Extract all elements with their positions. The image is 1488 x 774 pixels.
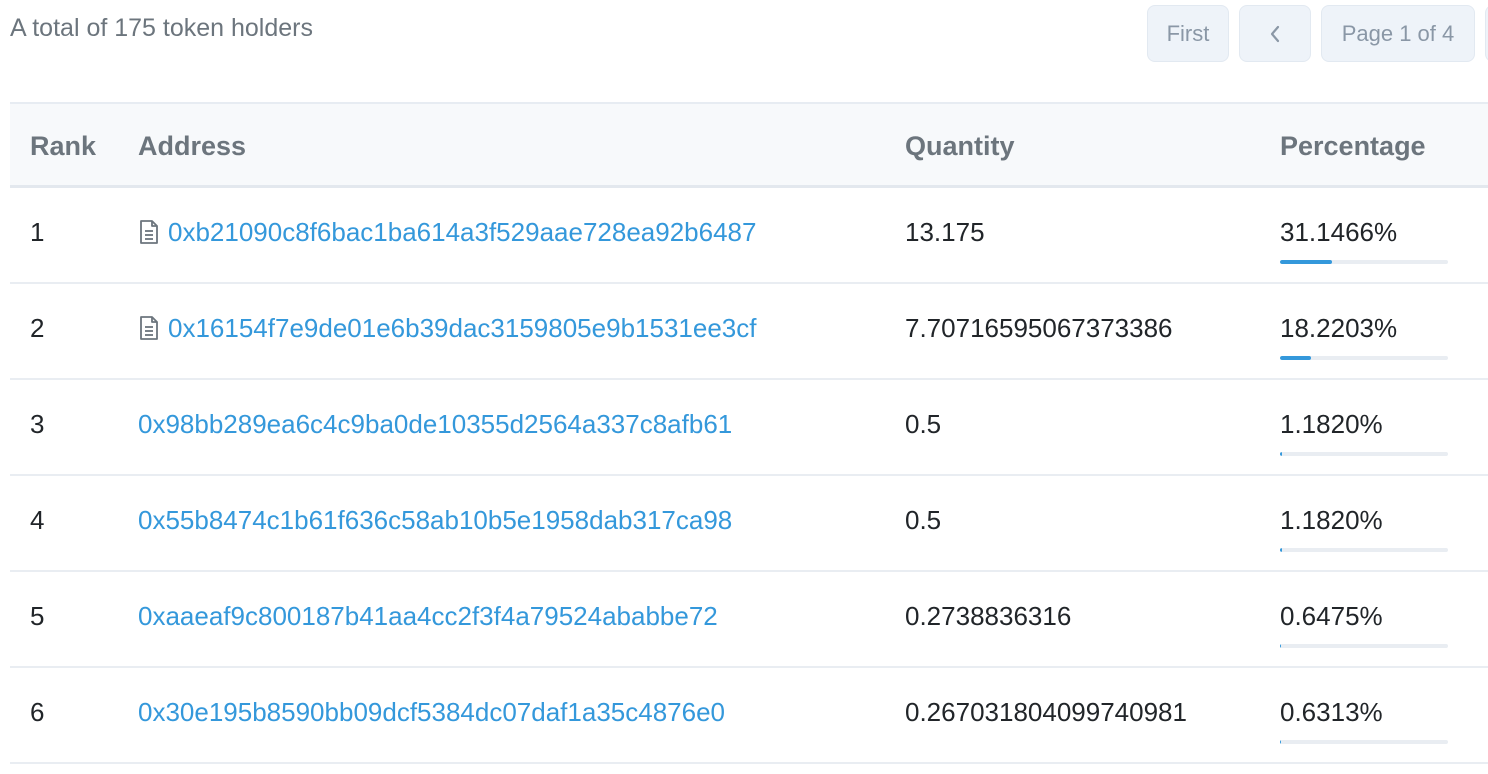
holder-address[interactable]: 0xb21090c8f6bac1ba614a3f529aae728ea92b64… bbox=[168, 188, 756, 276]
first-page-button[interactable]: First bbox=[1147, 5, 1229, 62]
table-body: 1 0xb21090c8f6bac1ba614a3f529aae728ea92b6… bbox=[10, 188, 1488, 764]
column-header-address: Address bbox=[138, 131, 247, 161]
table-row: 2 0x16154f7e9de01e6b39dac3159805e9b1531ee… bbox=[10, 284, 1488, 380]
holder-address[interactable]: 0x30e195b8590bb09dcf5384dc07daf1a35c4876… bbox=[138, 668, 725, 756]
holder-quantity: 0.267031804099740981 bbox=[905, 697, 1187, 727]
percentage-bar-fill bbox=[1280, 452, 1282, 456]
percentage-bar-fill bbox=[1280, 548, 1282, 552]
holder-rank: 3 bbox=[30, 409, 45, 439]
percentage-bar bbox=[1280, 356, 1448, 360]
holder-rank: 6 bbox=[30, 697, 45, 727]
holder-rank: 5 bbox=[30, 601, 45, 631]
table-row: 3 0x98bb289ea6c4c9ba0de10355d2564a337c8af… bbox=[10, 380, 1488, 476]
column-header-rank: Rank bbox=[30, 131, 97, 161]
percentage-bar bbox=[1280, 452, 1448, 456]
column-header-percentage: Percentage bbox=[1280, 131, 1426, 161]
percentage-bar-fill bbox=[1280, 740, 1282, 744]
percentage-bar-fill bbox=[1280, 260, 1333, 264]
percentage-bar-fill bbox=[1280, 644, 1282, 648]
table-row: 5 0xaaeaf9c800187b41aa4cc2f3f4a79524ababb… bbox=[10, 572, 1488, 668]
column-header-quantity: Quantity bbox=[905, 131, 1015, 161]
holder-address[interactable]: 0x98bb289ea6c4c9ba0de10355d2564a337c8afb… bbox=[138, 380, 732, 468]
contract-document-icon bbox=[140, 220, 158, 244]
pagination: First Page 1 of 4 bbox=[1147, 5, 1488, 62]
percentage-bar-fill bbox=[1280, 356, 1311, 360]
previous-page-button[interactable] bbox=[1239, 5, 1311, 62]
page-indicator: Page 1 of 4 bbox=[1321, 5, 1475, 62]
holder-rank: 1 bbox=[30, 217, 45, 247]
holder-address[interactable]: 0x16154f7e9de01e6b39dac3159805e9b1531ee3… bbox=[168, 284, 756, 372]
holder-address[interactable]: 0x55b8474c1b61f636c58ab10b5e1958dab317ca… bbox=[138, 476, 732, 564]
holder-quantity: 0.5 bbox=[905, 505, 942, 535]
chevron-left-icon bbox=[1270, 25, 1280, 42]
holder-address-link[interactable]: 0x55b8474c1b61f636c58ab10b5e1958dab317ca… bbox=[138, 476, 732, 564]
holder-address[interactable]: 0xaaeaf9c800187b41aa4cc2f3f4a79524ababbe… bbox=[138, 572, 718, 660]
contract-document-icon bbox=[140, 316, 158, 340]
table-row: 6 0x30e195b8590bb09dcf5384dc07daf1a35c487… bbox=[10, 668, 1488, 764]
table-row: 4 0x55b8474c1b61f636c58ab10b5e1958dab317c… bbox=[10, 476, 1488, 572]
holders-summary: A total of 175 token holders bbox=[10, 14, 313, 42]
holder-rank: 2 bbox=[30, 313, 45, 343]
holder-quantity: 7.70716595067373386 bbox=[905, 313, 1173, 343]
percentage-bar bbox=[1280, 740, 1448, 744]
holders-table: Rank Address Quantity Percentage 1 0xb210… bbox=[10, 102, 1488, 764]
percentage-bar bbox=[1280, 548, 1448, 552]
holder-rank: 4 bbox=[30, 505, 45, 535]
table-header: Rank Address Quantity Percentage bbox=[10, 104, 1488, 188]
holder-address-link[interactable]: 0xb21090c8f6bac1ba614a3f529aae728ea92b64… bbox=[138, 188, 756, 276]
percentage-bar bbox=[1280, 644, 1448, 648]
token-holders-page: A total of 175 token holders First Page … bbox=[0, 0, 1488, 774]
holder-address-link[interactable]: 0x30e195b8590bb09dcf5384dc07daf1a35c4876… bbox=[138, 668, 725, 756]
holder-quantity: 0.2738836316 bbox=[905, 601, 1072, 631]
holder-address-link[interactable]: 0x16154f7e9de01e6b39dac3159805e9b1531ee3… bbox=[138, 284, 756, 372]
table-row: 1 0xb21090c8f6bac1ba614a3f529aae728ea92b6… bbox=[10, 188, 1488, 284]
holder-address-link[interactable]: 0x98bb289ea6c4c9ba0de10355d2564a337c8afb… bbox=[138, 380, 732, 468]
holder-address-link[interactable]: 0xaaeaf9c800187b41aa4cc2f3f4a79524ababbe… bbox=[138, 572, 718, 660]
holder-quantity: 13.175 bbox=[905, 217, 985, 247]
holder-quantity: 0.5 bbox=[905, 409, 942, 439]
percentage-bar bbox=[1280, 260, 1448, 264]
